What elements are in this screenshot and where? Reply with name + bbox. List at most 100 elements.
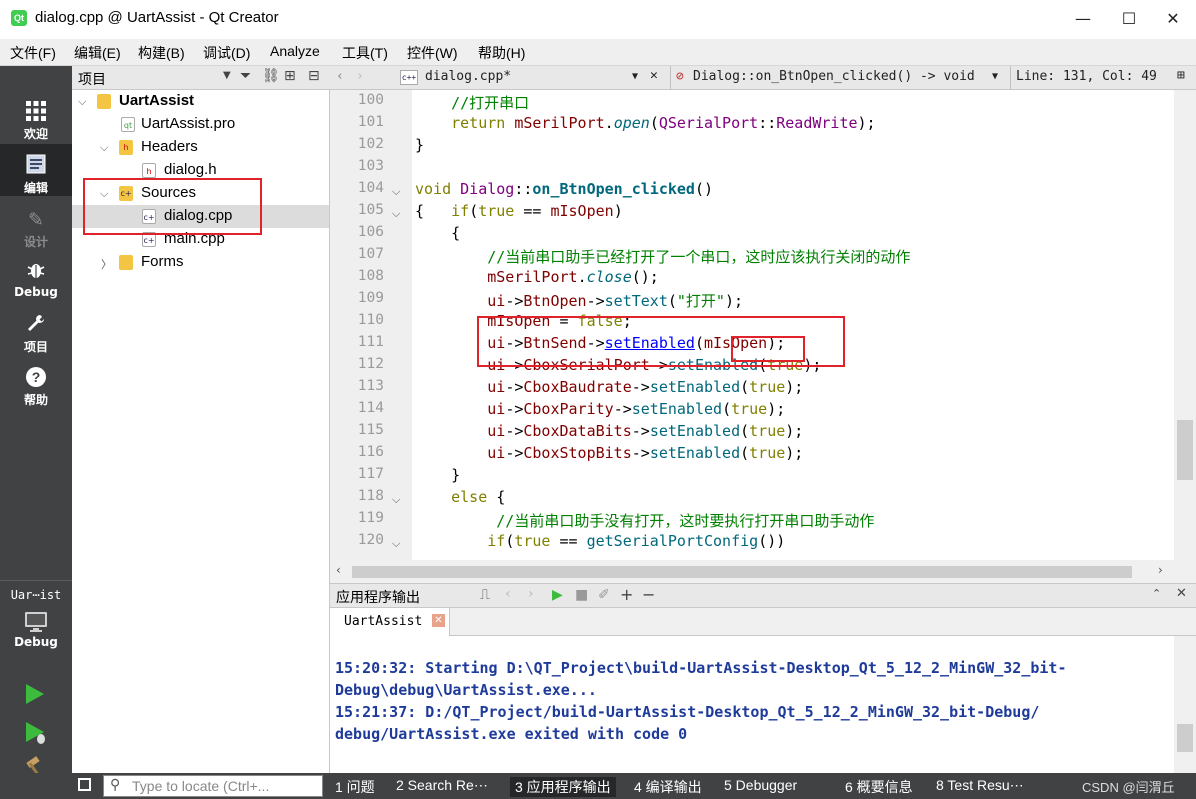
- code-line-104: void Dialog::on_BtnOpen_clicked(): [415, 180, 714, 198]
- kit-selector[interactable]: Debug: [0, 610, 72, 649]
- zoom-in-icon[interactable]: +: [620, 585, 633, 604]
- tree-item-dialog-h[interactable]: dialog.h: [164, 161, 217, 178]
- status-tab-summary[interactable]: 6 概要信息: [845, 777, 913, 797]
- chevron-down-icon[interactable]: ▼: [992, 71, 998, 82]
- menu-help[interactable]: 帮助(H): [478, 43, 525, 63]
- maximize-pane-icon[interactable]: ⌃: [1152, 587, 1161, 600]
- locator-input[interactable]: ⚲ Type to locate (Ctrl+...: [103, 775, 323, 797]
- fold-marker-icon[interactable]: ⌵: [392, 493, 400, 507]
- close-pane-icon[interactable]: ✕: [1176, 586, 1187, 601]
- filter-icon[interactable]: ⏷: [240, 68, 251, 84]
- code-line-105: { if(true == mIsOpen): [415, 202, 623, 220]
- mode-help[interactable]: ? 帮助: [0, 366, 72, 408]
- header-file-icon: h: [142, 163, 156, 178]
- mode-design[interactable]: ✎ 设计: [0, 208, 72, 250]
- split-icon[interactable]: ⊞: [284, 68, 296, 84]
- next-icon[interactable]: ›: [528, 586, 534, 602]
- function-symbol-icon: ⊘: [676, 69, 684, 84]
- output-pane-title: 应用程序输出: [336, 590, 420, 606]
- menu-file[interactable]: 文件(F): [10, 43, 56, 63]
- output-line: debug/UartAssist.exe exited with code 0: [335, 725, 688, 743]
- attach-icon[interactable]: ⎍: [480, 587, 490, 603]
- fold-marker-icon[interactable]: ⌵: [392, 185, 400, 199]
- chevron-down-icon[interactable]: ▼: [632, 71, 638, 82]
- cursor-position[interactable]: Line: 131, Col: 49: [1016, 69, 1157, 84]
- scroll-left-icon[interactable]: ‹: [336, 563, 341, 577]
- line-number: 108: [357, 268, 384, 284]
- vertical-scrollbar[interactable]: [1174, 90, 1196, 560]
- output-scrollbar[interactable]: [1174, 636, 1196, 773]
- close-file-icon[interactable]: ✕: [650, 68, 658, 83]
- menu-build[interactable]: 构建(B): [138, 43, 185, 63]
- output-tab-uartassist[interactable]: UartAssist ✕: [330, 608, 450, 636]
- status-tab-app-output[interactable]: 3 应用程序输出: [510, 777, 616, 797]
- bug-icon: [24, 260, 48, 284]
- toggle-sidebar-icon[interactable]: [78, 778, 91, 791]
- mode-projects[interactable]: 项目: [0, 313, 72, 355]
- line-number: 111: [357, 334, 384, 350]
- code-line-101: return mSerilPort.open(QSerialPort::Read…: [451, 114, 876, 132]
- code-line-116: ui->CboxStopBits->setEnabled(true);: [487, 444, 804, 462]
- editor-toolbar: ‹ › c++ dialog.cpp* ▼ ✕ ⊘ Dialog::on_Btn…: [330, 66, 1196, 90]
- maximize-button[interactable]: ☐: [1106, 0, 1152, 39]
- close-panel-icon[interactable]: ⊟: [308, 68, 320, 84]
- code-line-102: }: [415, 136, 425, 154]
- code-line-120: if(true == getSerialPortConfig()): [487, 532, 786, 550]
- close-tab-icon[interactable]: ✕: [432, 614, 445, 627]
- horizontal-scrollbar[interactable]: ‹ ›: [330, 560, 1196, 584]
- mode-debug[interactable]: Debug: [0, 260, 72, 299]
- fold-marker-icon[interactable]: ⌵: [392, 207, 400, 221]
- chevron-down-icon[interactable]: ▼: [223, 70, 231, 81]
- fold-marker-icon[interactable]: ⌵: [392, 537, 400, 551]
- line-number: 101: [357, 114, 384, 130]
- wrench-icon: [24, 313, 48, 337]
- output-line: 15:20:32: Starting D:\QT_Project\build-U…: [335, 659, 1067, 677]
- mode-welcome[interactable]: 欢迎: [0, 100, 72, 142]
- minimize-button[interactable]: —: [1060, 0, 1106, 39]
- menu-tools[interactable]: 工具(T): [342, 43, 388, 63]
- scroll-right-icon[interactable]: ›: [1158, 563, 1163, 577]
- mode-bar: 欢迎 编辑 ✎ 设计 Debug 项目 ? 帮助 Uar⋯ist Debug: [0, 66, 72, 778]
- mode-edit[interactable]: 编辑: [0, 144, 72, 196]
- function-selector[interactable]: Dialog::on_BtnOpen_clicked() -> void: [693, 69, 975, 84]
- link-icon[interactable]: ⛓: [262, 68, 280, 84]
- clean-icon[interactable]: ✐: [598, 587, 610, 603]
- zoom-out-icon[interactable]: −: [642, 585, 655, 604]
- tree-item-headers[interactable]: Headers: [141, 138, 198, 155]
- menu-analyze[interactable]: Analyze: [270, 43, 320, 59]
- menu-debug[interactable]: 调试(D): [203, 43, 250, 63]
- split-editor-icon[interactable]: ⊞: [1177, 68, 1185, 83]
- status-tab-issues[interactable]: 1 问题: [335, 777, 375, 797]
- run-icon[interactable]: [24, 682, 46, 710]
- line-number: 110: [357, 312, 384, 328]
- open-file-name[interactable]: dialog.cpp*: [425, 69, 511, 84]
- stop-icon[interactable]: ■: [575, 587, 588, 603]
- code-line-115: ui->CboxDataBits->setEnabled(true);: [487, 422, 804, 440]
- status-tab-search[interactable]: 2 Search Re⋯: [396, 777, 488, 794]
- output-body[interactable]: 15:20:32: Starting D:\QT_Project\build-U…: [330, 636, 1196, 773]
- locator-placeholder: Type to locate (Ctrl+...: [132, 778, 270, 794]
- debug-run-icon[interactable]: [24, 720, 48, 750]
- back-arrow-icon[interactable]: ‹: [336, 69, 344, 84]
- tree-item-forms[interactable]: Forms: [141, 253, 184, 270]
- window-title: dialog.cpp @ UartAssist - Qt Creator: [35, 9, 279, 26]
- collapse-arrow-icon[interactable]: 〉: [101, 256, 112, 272]
- line-number: 115: [357, 422, 384, 438]
- forward-arrow-icon[interactable]: ›: [356, 69, 364, 84]
- menu-edit[interactable]: 编辑(E): [74, 43, 121, 63]
- expand-arrow-icon[interactable]: ⌵: [100, 141, 108, 155]
- prev-icon[interactable]: ‹: [505, 586, 511, 602]
- mode-projects-label: 项目: [23, 340, 48, 354]
- status-tab-debugger[interactable]: 5 Debugger: [724, 777, 797, 793]
- status-tab-tests[interactable]: 8 Test Resu⋯: [936, 777, 1024, 794]
- close-button[interactable]: ✕: [1150, 0, 1196, 39]
- line-number: 103: [357, 158, 384, 174]
- status-tab-compile[interactable]: 4 编译输出: [634, 777, 702, 797]
- line-number: 105: [357, 202, 384, 218]
- tree-item-uartassist[interactable]: UartAssist: [119, 92, 194, 109]
- tree-item-pro[interactable]: UartAssist.pro: [141, 115, 235, 132]
- mode-design-label: 设计: [23, 235, 48, 249]
- rerun-icon[interactable]: ▶: [552, 587, 563, 603]
- menu-controls[interactable]: 控件(W): [407, 43, 458, 63]
- expand-arrow-icon[interactable]: ⌵: [78, 95, 86, 109]
